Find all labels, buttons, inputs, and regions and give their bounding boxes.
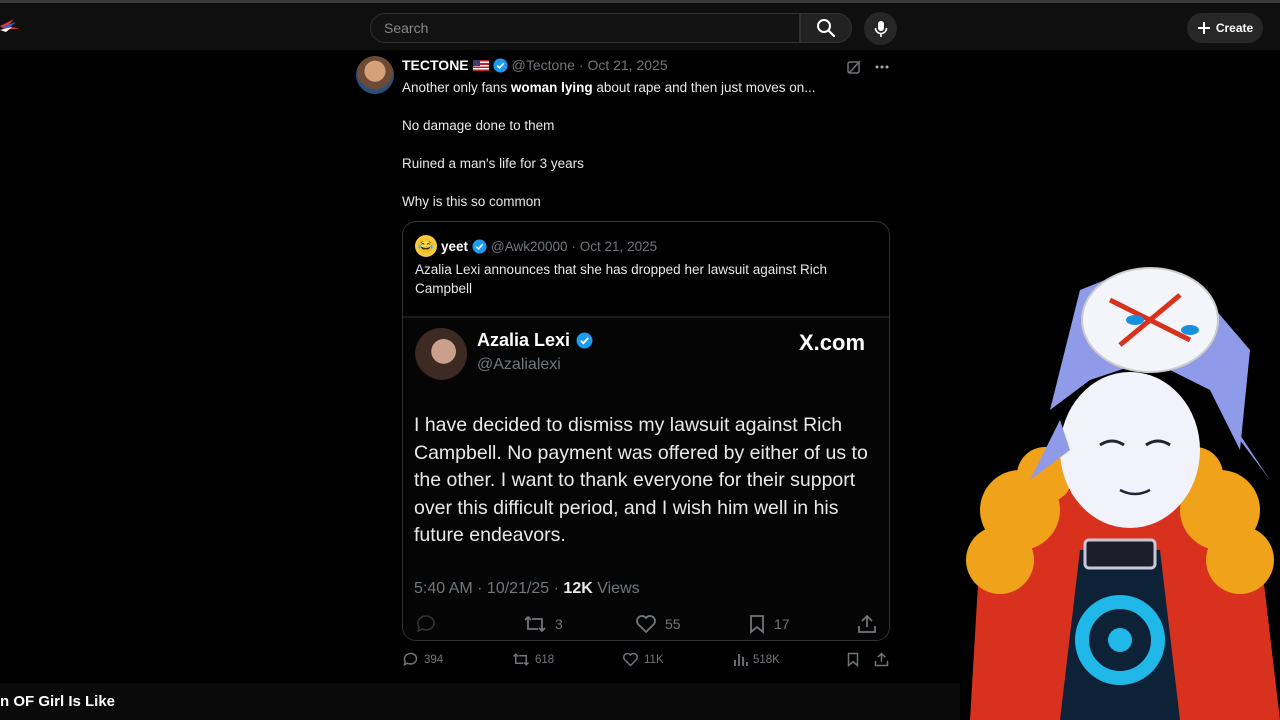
microphone-icon (874, 20, 887, 37)
retweet-button[interactable]: 618 (512, 652, 554, 667)
create-label: Create (1215, 21, 1254, 35)
logo-icon[interactable] (0, 17, 22, 35)
embedded-screenshot[interactable]: Azalia Lexi @Azalialexi X.com I have dec… (403, 316, 889, 640)
screenshot-bookmark: 17 (748, 614, 790, 634)
x-brand-logo: X.com (799, 330, 866, 355)
tweet-line-3: Ruined a man's life for 3 years (402, 156, 584, 171)
analytics-icon (734, 654, 748, 666)
view-count: 518K (753, 653, 780, 666)
laughing-emoji-avatar-icon: 😂 (415, 235, 437, 257)
retweet-count: 618 (535, 653, 555, 666)
verified-badge-icon (493, 57, 508, 73)
quote-date[interactable]: · Oct 21, 2025 (572, 239, 658, 254)
top-bar: Search Create (0, 0, 1280, 50)
screenshot-author-name: Azalia Lexi (477, 330, 593, 351)
screenshot-bookmark-count: 17 (774, 616, 790, 632)
quote-author-handle[interactable]: @Awk20000 (491, 239, 568, 254)
verified-badge-icon (576, 332, 593, 349)
author-name[interactable]: TECTONE (402, 57, 469, 73)
tweet-line-2: No damage done to them (402, 118, 555, 133)
quoted-tweet[interactable]: 😂 yeet @Awk20000 · Oct 21, 2025 Azalia L… (402, 221, 890, 641)
screenshot-like: 55 (635, 614, 681, 634)
tweet-actions: 394 618 11K 518K (402, 652, 892, 672)
screenshot-retweet: 3 (523, 614, 563, 634)
share-icon (874, 652, 889, 667)
more-options-icon[interactable] (874, 59, 890, 75)
search-input[interactable]: Search (370, 13, 800, 43)
tweet-top-icons (846, 59, 890, 75)
us-flag-icon (472, 59, 489, 71)
search-placeholder: Search (384, 20, 429, 36)
author-handle[interactable]: @Tectone (512, 57, 575, 73)
avatar[interactable] (356, 56, 394, 94)
heart-icon (636, 615, 656, 634)
quote-author-name[interactable]: yeet (441, 239, 468, 254)
views-button[interactable]: 518K (733, 652, 780, 667)
tweet-line-1-post: about rape and then just moves on... (592, 80, 816, 95)
tweet-date[interactable]: · Oct 21, 2025 (579, 57, 668, 73)
screenshot-views-label: Views (592, 580, 640, 597)
reply-icon (416, 615, 435, 633)
voice-search-button[interactable] (864, 12, 897, 45)
avatar (415, 328, 467, 380)
tweet-line-1-pre: Another only fans (402, 80, 511, 95)
video-title[interactable]: n OF Girl Is Like (0, 693, 115, 710)
screenshot-name-text: Azalia Lexi (477, 330, 571, 350)
tweet-line-1-bold: woman lying (510, 80, 593, 95)
screenshot-author-handle: @Azalialexi (477, 356, 561, 373)
verified-badge-icon (472, 238, 487, 254)
screenshot-like-count: 55 (665, 616, 681, 632)
plus-icon (1197, 22, 1210, 34)
share-icon (858, 614, 876, 633)
create-button[interactable]: Create (1187, 13, 1263, 43)
reply-button[interactable]: 394 (402, 652, 443, 667)
bookmark-icon (750, 615, 764, 634)
search-button[interactable] (800, 13, 852, 43)
tweet-line-4: Why is this so common (402, 194, 541, 209)
screenshot-share (857, 614, 877, 634)
tweet-text: Another only fans woman lying about rape… (402, 79, 882, 231)
bookmark-button[interactable] (846, 652, 860, 667)
retweet-icon (512, 653, 530, 666)
screenshot-reply (415, 614, 437, 634)
tweet-header: TECTONE @Tectone · Oct 21, 2025 (402, 57, 668, 73)
heart-icon (623, 652, 638, 667)
like-count: 11K (644, 653, 664, 666)
vtuber-avatar (966, 267, 1280, 720)
screenshot-retweet-count: 3 (555, 616, 563, 632)
reply-icon (403, 652, 418, 667)
quote-text: Azalia Lexi announces that she has dropp… (415, 262, 828, 296)
grok-icon[interactable] (846, 59, 862, 75)
retweet-icon (524, 615, 546, 633)
reply-count: 394 (424, 653, 444, 666)
like-button[interactable]: 11K (622, 652, 664, 667)
screenshot-actions: 3 55 17 (403, 614, 889, 640)
screenshot-timestamp: 5:40 AM · 10/21/25 · (414, 580, 564, 597)
screenshot-meta: 5:40 AM · 10/21/25 · 12K Views (414, 580, 640, 598)
screenshot-text: I have decided to dismiss my lawsuit aga… (414, 414, 868, 546)
bookmark-icon (847, 652, 859, 667)
share-button[interactable] (874, 652, 889, 667)
video-title-bar: n OF Girl Is Like (0, 683, 960, 720)
search-icon (817, 19, 836, 38)
quote-header: 😂 yeet @Awk20000 · Oct 21, 2025 (415, 235, 657, 257)
screenshot-views-count: 12K (563, 580, 593, 597)
